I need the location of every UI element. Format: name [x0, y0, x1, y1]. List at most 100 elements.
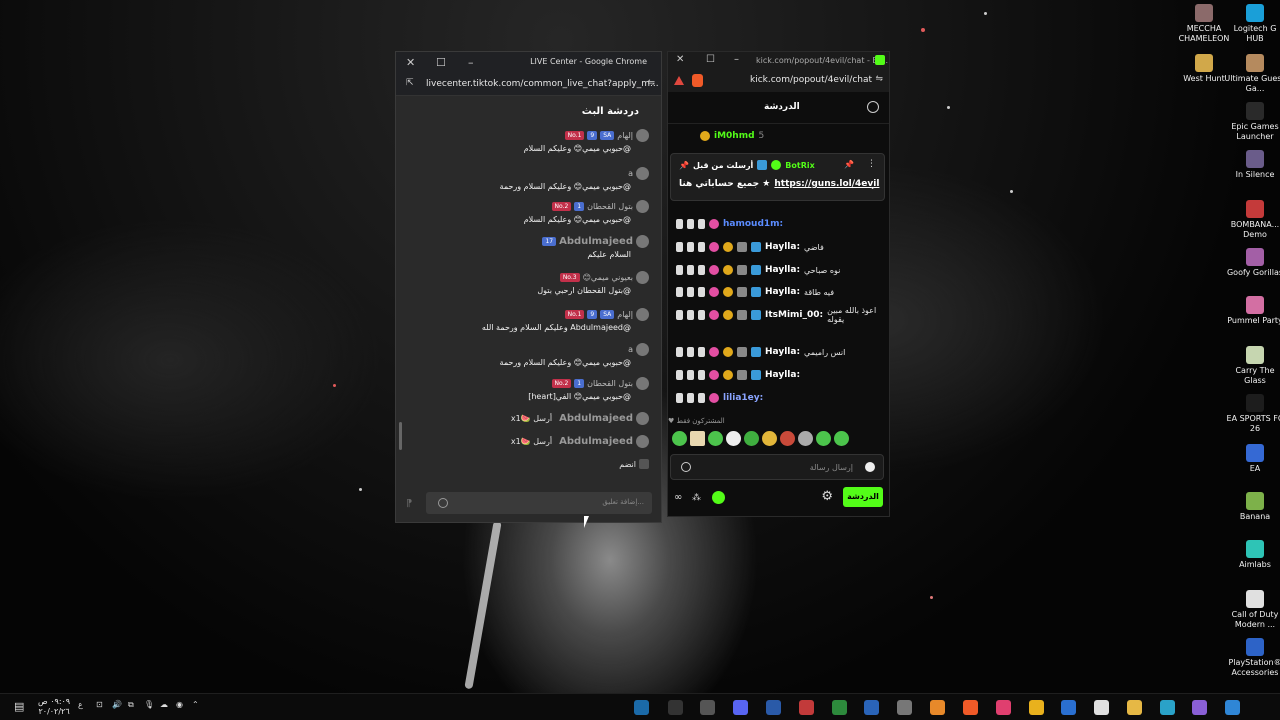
- taskbar[interactable]: ▤ ٠٩:٠٩ ص ٢٠/٠٢/٢٦ ع ⊡ 🔊 ⧉ 🎙 ☁ ◉ ⌃: [0, 693, 1280, 720]
- kick-k-icon[interactable]: [712, 491, 725, 504]
- desktop-icon[interactable]: Logitech G HUB: [1224, 4, 1280, 44]
- chat-message[interactable]: Haylla: نوه صباحي: [676, 262, 882, 278]
- desktop-icon[interactable]: Banana: [1224, 492, 1280, 522]
- ban-icon[interactable]: [698, 219, 705, 229]
- epic-icon[interactable]: [668, 700, 683, 715]
- site-info-icon[interactable]: ⇱: [406, 78, 414, 88]
- chat-message[interactable]: Abdulmajeed أرسل 🍉x1: [409, 412, 649, 425]
- chat-message[interactable]: Haylla: فاضي: [676, 239, 882, 255]
- chat-message[interactable]: lilia1ey:: [676, 390, 882, 406]
- chrome-tab-icon[interactable]: [766, 700, 781, 715]
- chat-message[interactable]: Haylla: فيه طاقة: [676, 284, 882, 300]
- chat-message[interactable]: hamoud1m:: [676, 216, 882, 232]
- onedrive-icon[interactable]: ☁: [160, 700, 168, 709]
- page-settings-icon[interactable]: ⇋: [647, 78, 655, 88]
- desktop-icon[interactable]: Epic Games Launcher: [1224, 102, 1280, 142]
- desktop-icon[interactable]: BOMBANA... Demo: [1224, 200, 1280, 240]
- desktop-icon[interactable]: Carry The Glass: [1224, 346, 1280, 386]
- pinned-link[interactable]: https://guns.lol/4evil: [774, 179, 879, 189]
- tiktok-icon[interactable]: [996, 700, 1011, 715]
- chat-message[interactable]: ItsMimi_00: اعوذ بالله مبين يقوله: [676, 306, 882, 324]
- windows-icon[interactable]: [1225, 700, 1240, 715]
- emote-bar[interactable]: [672, 431, 849, 446]
- avatar[interactable]: [636, 435, 649, 448]
- pinned-message[interactable]: 📌 أرسلت من قبل BotRix 📌 ⋮ جميع حساباتي ه…: [670, 153, 885, 201]
- chat-message[interactable]: Abdulmajeed أرسل 🍉x1: [409, 435, 649, 448]
- chat-message[interactable]: بتول القحطان 1 No.2 @حبوبي ميمي😊 وعليكم الس…: [409, 200, 649, 224]
- emote-icon[interactable]: [726, 431, 741, 446]
- ban-icon[interactable]: [698, 370, 705, 380]
- timeout-icon[interactable]: [687, 287, 694, 297]
- chat-message[interactable]: Haylla:: [676, 367, 882, 383]
- username[interactable]: hamoud1m:: [723, 219, 783, 229]
- delete-icon[interactable]: [676, 347, 683, 357]
- unpin-icon[interactable]: 📌: [844, 160, 854, 169]
- timeout-icon[interactable]: [687, 347, 694, 357]
- avatar[interactable]: [636, 271, 649, 284]
- tiktok-chrome-window[interactable]: ✕ ☐ – LIVE Center - Google Chrome ⇱ live…: [395, 51, 662, 523]
- emote-icon[interactable]: [708, 431, 723, 446]
- delete-icon[interactable]: [676, 242, 683, 252]
- ban-icon[interactable]: [698, 265, 705, 275]
- url-text[interactable]: livecenter.tiktok.com/common_live_chat?a…: [426, 79, 659, 89]
- avatar[interactable]: [636, 412, 649, 425]
- username[interactable]: بتول القحطان: [587, 379, 633, 388]
- shield-icon[interactable]: [681, 462, 691, 472]
- brave-icon[interactable]: [963, 700, 978, 715]
- minimize-icon[interactable]: –: [734, 54, 739, 65]
- delete-icon[interactable]: [676, 287, 683, 297]
- chat-message[interactable]: Haylla: انس راميمي: [676, 344, 882, 360]
- avatar[interactable]: [636, 377, 649, 390]
- maximize-icon[interactable]: ☐: [436, 56, 446, 69]
- mic-icon[interactable]: 🎙: [144, 700, 154, 709]
- discord-icon[interactable]: [733, 700, 748, 715]
- username[interactable]: Haylla:: [765, 287, 800, 297]
- clock[interactable]: ٠٩:٠٩ ص ٢٠/٠٢/٢٦: [38, 697, 70, 717]
- address-bar[interactable]: kick.com/popout/4evil/chat ⇋: [668, 70, 889, 92]
- display-icon[interactable]: ⧉: [128, 700, 134, 710]
- top-user-name[interactable]: iM0hmd: [714, 131, 755, 141]
- timeout-icon[interactable]: [687, 393, 694, 403]
- chevron-down-icon[interactable]: ⌄: [869, 182, 876, 191]
- ban-icon[interactable]: [698, 242, 705, 252]
- gauge-icon[interactable]: [897, 700, 912, 715]
- delete-icon[interactable]: [676, 265, 683, 275]
- emote-icon[interactable]: [834, 431, 849, 446]
- avatar[interactable]: [636, 308, 649, 321]
- more-options-icon[interactable]: ⋮: [867, 159, 876, 169]
- back-icon[interactable]: [700, 700, 715, 715]
- scrollbar[interactable]: [399, 422, 402, 450]
- emoji-icon[interactable]: [438, 498, 448, 508]
- delete-icon[interactable]: [676, 393, 683, 403]
- ban-icon[interactable]: [698, 347, 705, 357]
- username[interactable]: بتول القحطان: [587, 202, 633, 211]
- emote-icon[interactable]: [816, 431, 831, 446]
- chat-message[interactable]: إلهام SA 9 No.1 @حبوبي ميمي😊 وعليكم السلام: [409, 129, 649, 153]
- emote-icon[interactable]: [690, 431, 705, 446]
- pinned-user[interactable]: BotRix: [785, 161, 814, 170]
- language-indicator[interactable]: ع: [78, 700, 83, 709]
- users-icon[interactable]: [867, 101, 879, 113]
- avatar[interactable]: [636, 167, 649, 180]
- desktop-icon[interactable]: PlayStation® Accessories: [1224, 638, 1280, 678]
- address-bar[interactable]: ⇱ livecenter.tiktok.com/common_live_chat…: [396, 74, 661, 96]
- username[interactable]: Abdulmajeed: [559, 436, 633, 447]
- ban-icon[interactable]: [698, 310, 705, 320]
- desktop-icon[interactable]: Ultimate Guess Ga...: [1224, 54, 1280, 94]
- username[interactable]: إلهام: [617, 131, 633, 140]
- username[interactable]: Abdulmajeed: [559, 413, 633, 424]
- chat-message[interactable]: Abdulmajeed 17 السلام عليكم: [409, 235, 649, 259]
- desktop-icon[interactable]: In Silence: [1224, 150, 1280, 180]
- desktop-icon[interactable]: EA: [1224, 444, 1280, 474]
- gear-icon[interactable]: ⚙: [821, 489, 833, 504]
- timeout-icon[interactable]: [687, 219, 694, 229]
- username[interactable]: a: [628, 169, 633, 178]
- steam-icon[interactable]: [634, 700, 649, 715]
- timeout-icon[interactable]: [687, 310, 694, 320]
- folder-icon[interactable]: [1127, 700, 1142, 715]
- timeout-icon[interactable]: [687, 370, 694, 380]
- chevron-up-icon[interactable]: ⌃: [192, 700, 199, 709]
- avatar[interactable]: [636, 200, 649, 213]
- top-supporter[interactable]: iM0hmd 5: [700, 128, 906, 144]
- obs-icon[interactable]: [799, 700, 814, 715]
